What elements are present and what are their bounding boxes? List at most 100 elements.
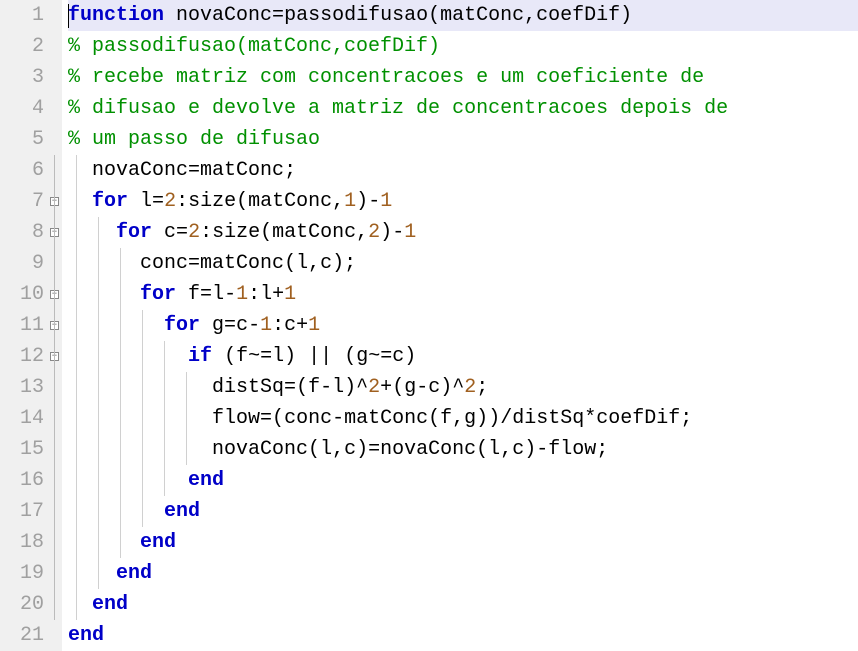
code-token: c	[284, 314, 296, 337]
code-line[interactable]: end	[68, 558, 858, 589]
line-number: 5	[0, 124, 44, 155]
code-editor[interactable]: function novaConc=passodifusao(matConc,c…	[62, 0, 858, 651]
fold-column: −−−−−	[48, 0, 62, 651]
code-token: )	[488, 407, 500, 430]
code-line[interactable]: end	[68, 496, 858, 527]
code-token	[212, 345, 224, 368]
code-token: passodifusao	[284, 4, 428, 27]
code-token: ,	[452, 407, 464, 430]
code-line[interactable]: for l=2:size(matConc,1)-1	[68, 186, 858, 217]
code-token: )	[440, 376, 452, 399]
code-token: ;	[476, 376, 488, 399]
line-number: 6	[0, 155, 44, 186]
code-token: novaConc	[68, 438, 308, 461]
code-token: =	[200, 283, 212, 306]
line-number: 8	[0, 217, 44, 248]
code-token: coefDif	[596, 407, 680, 430]
code-token: end	[140, 531, 176, 554]
code-token: l	[488, 438, 500, 461]
code-token: for	[92, 190, 128, 213]
code-token: )	[380, 221, 392, 244]
code-line[interactable]: conc=matConc(l,c);	[68, 248, 858, 279]
code-token: ,	[332, 190, 344, 213]
code-token: 1	[404, 221, 416, 244]
code-token: distSq	[512, 407, 584, 430]
code-token: size	[188, 190, 236, 213]
code-token: -	[392, 221, 404, 244]
code-line[interactable]: % passodifusao(matConc,coefDif)	[68, 31, 858, 62]
code-token: =	[272, 4, 284, 27]
code-token: +	[380, 376, 392, 399]
code-line[interactable]: novaConc=matConc;	[68, 155, 858, 186]
line-number: 17	[0, 496, 44, 527]
code-line[interactable]: end	[68, 620, 858, 651]
code-token	[68, 283, 140, 306]
code-token: (	[344, 345, 356, 368]
code-token	[68, 221, 116, 244]
code-token: 1	[236, 283, 248, 306]
code-token: -	[416, 376, 428, 399]
code-token: coefDif	[536, 4, 620, 27]
code-token: l	[212, 283, 224, 306]
code-token: =	[188, 252, 200, 275]
code-token: ^	[452, 376, 464, 399]
code-line[interactable]: function novaConc=passodifusao(matConc,c…	[68, 0, 858, 31]
code-token: 2	[464, 376, 476, 399]
code-token: :	[272, 314, 284, 337]
code-line[interactable]: novaConc(l,c)=novaConc(l,c)-flow;	[68, 434, 858, 465]
code-token: l	[272, 345, 284, 368]
code-line[interactable]: end	[68, 527, 858, 558]
code-token: c	[320, 252, 332, 275]
code-line[interactable]: end	[68, 465, 858, 496]
code-line[interactable]: end	[68, 589, 858, 620]
code-token: -	[320, 376, 332, 399]
code-token: matConc	[248, 190, 332, 213]
code-token: c	[236, 314, 248, 337]
code-token: =	[152, 190, 164, 213]
code-token: ;	[284, 159, 296, 182]
code-token: l	[320, 438, 332, 461]
code-token: )	[356, 190, 368, 213]
code-line[interactable]: distSq=(f-l)^2+(g-c)^2;	[68, 372, 858, 403]
code-token: ||	[308, 345, 332, 368]
code-line[interactable]: % recebe matriz com concentracoes e um c…	[68, 62, 858, 93]
line-number: 3	[0, 62, 44, 93]
code-line[interactable]: % difusao e devolve a matriz de concentr…	[68, 93, 858, 124]
line-number: 10	[0, 279, 44, 310]
code-token: :	[176, 190, 188, 213]
code-line[interactable]: for c=2:size(matConc,2)-1	[68, 217, 858, 248]
line-number: 11	[0, 310, 44, 341]
code-token: f	[176, 283, 200, 306]
code-line[interactable]: for f=l-1:l+1	[68, 279, 858, 310]
code-token: +	[296, 314, 308, 337]
code-token: )	[332, 252, 344, 275]
code-token: (	[476, 438, 488, 461]
code-token: ~=	[368, 345, 392, 368]
code-token: ,	[524, 4, 536, 27]
code-token: :	[200, 221, 212, 244]
code-token: 2	[188, 221, 200, 244]
code-token: (	[272, 407, 284, 430]
code-token: *	[584, 407, 596, 430]
line-number: 19	[0, 558, 44, 589]
code-token: end	[92, 593, 128, 616]
code-token: c	[392, 345, 404, 368]
code-line[interactable]: flow=(conc-matConc(f,g))/distSq*coefDif;	[68, 403, 858, 434]
code-token: if	[188, 345, 212, 368]
code-line[interactable]: % um passo de difusao	[68, 124, 858, 155]
code-token	[332, 345, 344, 368]
code-token: 2	[368, 221, 380, 244]
code-token: 2	[368, 376, 380, 399]
code-token	[68, 469, 188, 492]
line-number: 14	[0, 403, 44, 434]
code-token: -	[332, 407, 344, 430]
code-token: )	[620, 4, 632, 27]
code-line[interactable]: if (f~=l) || (g~=c)	[68, 341, 858, 372]
code-token: distSq	[68, 376, 284, 399]
code-token: for	[164, 314, 200, 337]
code-token: ~=	[248, 345, 272, 368]
code-token: c	[344, 438, 356, 461]
code-line[interactable]: for g=c-1:c+1	[68, 310, 858, 341]
code-token: conc	[284, 407, 332, 430]
code-token: for	[140, 283, 176, 306]
